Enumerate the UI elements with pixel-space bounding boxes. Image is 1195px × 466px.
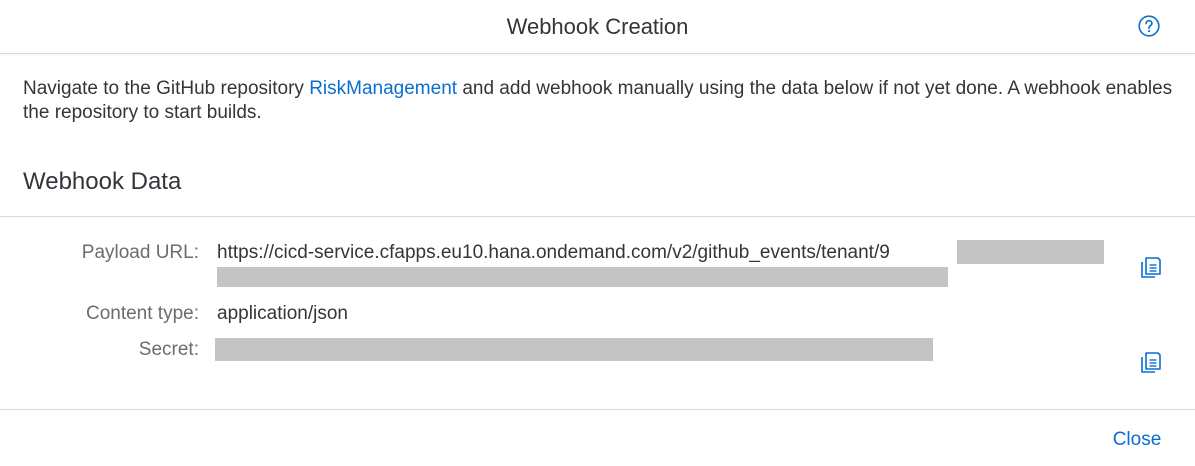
copy-icon xyxy=(1141,257,1161,278)
payload-url-value: https://cicd-service.cfapps.eu10.hana.on… xyxy=(217,242,890,263)
copy-icon xyxy=(1141,352,1161,373)
payload-url-label: Payload URL: xyxy=(81,242,199,263)
intro-text: Navigate to the GitHub repository RiskMa… xyxy=(23,77,1173,125)
close-button[interactable]: Close xyxy=(1100,428,1174,452)
dialog-title: Webhook Creation xyxy=(506,14,689,39)
intro-text-before: Navigate to the GitHub repository xyxy=(23,78,310,99)
section-divider xyxy=(0,216,1195,217)
secret-label: Secret: xyxy=(138,339,199,360)
section-title: Webhook Data xyxy=(23,168,182,195)
copy-secret-button[interactable] xyxy=(1140,350,1162,374)
content-type-value: application/json xyxy=(217,303,348,324)
webhook-creation-dialog: Webhook Creation Navigate to the GitHub … xyxy=(0,0,1195,466)
content-type-label: Content type: xyxy=(85,303,199,324)
secret-redaction xyxy=(215,338,933,361)
question-circle-icon xyxy=(1138,15,1160,37)
payload-url-redaction-line2 xyxy=(217,267,948,287)
repository-link[interactable]: RiskManagement xyxy=(309,78,457,99)
payload-url-redaction xyxy=(957,240,1104,264)
dialog-header: Webhook Creation xyxy=(0,0,1195,54)
footer-divider xyxy=(0,409,1195,410)
help-button[interactable] xyxy=(1138,15,1160,37)
copy-payload-url-button[interactable] xyxy=(1140,255,1162,279)
